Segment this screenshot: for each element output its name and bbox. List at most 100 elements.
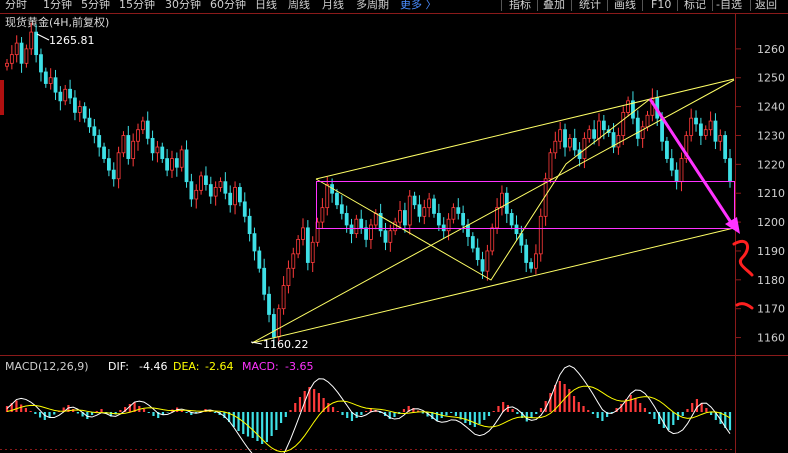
candle-body bbox=[238, 187, 242, 203]
candle-body bbox=[718, 135, 723, 142]
candle-body bbox=[87, 117, 92, 128]
price-tick-label: 1170 bbox=[757, 303, 785, 316]
candle-body bbox=[674, 169, 679, 183]
candle-body bbox=[14, 42, 19, 56]
candle-body bbox=[553, 140, 558, 154]
candle-body bbox=[587, 129, 592, 139]
left-edge-marker bbox=[0, 80, 4, 115]
candle-body bbox=[213, 187, 218, 197]
candle-body bbox=[665, 140, 669, 159]
candle-body bbox=[247, 215, 252, 235]
candle-body bbox=[165, 158, 170, 171]
candle-body bbox=[524, 244, 529, 263]
candle-body bbox=[621, 111, 626, 136]
candle-body bbox=[68, 88, 72, 99]
candle-body bbox=[427, 198, 432, 209]
candle-body bbox=[456, 207, 461, 214]
candle-body bbox=[354, 218, 359, 235]
candle-body bbox=[228, 192, 233, 206]
candle-body bbox=[369, 224, 373, 240]
candle-body bbox=[548, 152, 553, 180]
candle-body bbox=[713, 120, 718, 142]
candle-body bbox=[470, 236, 475, 249]
candle-body bbox=[281, 285, 286, 310]
price-tick-label: 1160 bbox=[757, 332, 785, 345]
candle-body bbox=[388, 230, 393, 243]
high-pointer bbox=[36, 33, 50, 41]
candle-body bbox=[102, 146, 106, 159]
candlesticks bbox=[5, 22, 732, 347]
low-label: 1160.22 bbox=[263, 338, 309, 351]
candle-body bbox=[296, 239, 301, 255]
candle-body bbox=[509, 213, 514, 226]
candle-body bbox=[398, 210, 402, 223]
macd-histogram bbox=[5, 381, 732, 444]
candle-body bbox=[233, 187, 237, 206]
price-tick-label: 1250 bbox=[757, 72, 785, 85]
candle-body bbox=[106, 158, 111, 171]
candle-body bbox=[514, 224, 519, 235]
candle-body bbox=[208, 184, 213, 197]
candle-body bbox=[441, 224, 446, 232]
candle-body bbox=[436, 213, 441, 226]
candle-body bbox=[174, 158, 179, 168]
price-chart[interactable]: 1260 1250 1240 1230 1220 1210 1200 1190 1180 1170… bbox=[0, 0, 788, 453]
candle-body bbox=[592, 129, 597, 139]
dif-value: -4.46 bbox=[139, 360, 168, 373]
candle-body bbox=[446, 218, 451, 232]
candle-body bbox=[572, 137, 577, 151]
candle-body bbox=[262, 267, 267, 295]
candle-body bbox=[276, 308, 281, 338]
candle-body bbox=[728, 158, 732, 183]
candle-body bbox=[694, 117, 698, 125]
candle-body bbox=[184, 149, 189, 183]
candle-body bbox=[495, 207, 499, 229]
stock-chart-window: 分时 1分钟 5分钟 15分钟 30分钟 60分钟 日线 周线 月线 多周期 更… bbox=[0, 0, 788, 453]
price-tick-label: 1200 bbox=[757, 216, 785, 229]
price-tick-label: 1180 bbox=[757, 274, 785, 287]
candle-body bbox=[48, 77, 53, 84]
candle-body bbox=[267, 293, 271, 315]
down-arrow-head bbox=[725, 217, 740, 234]
candle-body bbox=[645, 114, 650, 128]
candle-body bbox=[412, 195, 417, 206]
candle-body bbox=[451, 207, 456, 220]
candle-body bbox=[310, 241, 315, 263]
candle-body bbox=[616, 135, 621, 148]
candle-body bbox=[373, 213, 378, 226]
candle-body bbox=[320, 207, 325, 223]
candle-body bbox=[708, 120, 713, 131]
candle-body bbox=[97, 135, 102, 148]
price-tick-label: 1230 bbox=[757, 129, 785, 142]
candle-body bbox=[53, 77, 58, 93]
candle-body bbox=[252, 233, 257, 252]
candle-body bbox=[344, 213, 349, 226]
candle-body bbox=[218, 181, 223, 188]
candle-body bbox=[567, 137, 572, 148]
candle-body bbox=[359, 218, 364, 229]
candle-body bbox=[698, 123, 703, 136]
candle-body bbox=[43, 71, 48, 84]
candle-body bbox=[349, 224, 354, 235]
candle-body bbox=[432, 198, 436, 214]
candle-body bbox=[407, 195, 412, 226]
candle-body bbox=[204, 175, 208, 185]
candle-body bbox=[301, 227, 305, 240]
candle-body bbox=[393, 221, 398, 232]
candle-body bbox=[145, 120, 150, 139]
candle-body bbox=[485, 250, 490, 272]
candle-body bbox=[669, 158, 674, 171]
high-marker: 1265.81 bbox=[36, 33, 95, 47]
candle-body bbox=[121, 135, 126, 154]
candle-body bbox=[126, 135, 131, 159]
candle-body bbox=[339, 204, 344, 214]
candle-body bbox=[601, 120, 606, 131]
candle-body bbox=[111, 169, 116, 180]
candle-body bbox=[199, 175, 203, 191]
candle-body bbox=[534, 253, 538, 269]
candle-body bbox=[140, 120, 145, 131]
question-mark-annotation bbox=[732, 239, 754, 277]
candle-body bbox=[325, 184, 330, 209]
candle-body bbox=[9, 54, 14, 64]
candle-body bbox=[155, 146, 160, 154]
